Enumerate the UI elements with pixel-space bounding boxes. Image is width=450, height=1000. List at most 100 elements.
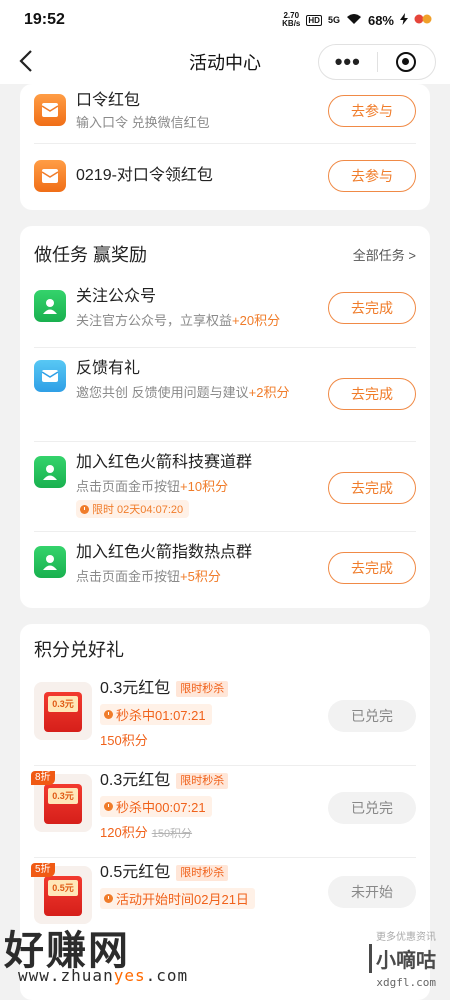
watermark-url: www.zhuanyes.com — [18, 966, 188, 985]
section-title: 积分兑好礼 — [34, 640, 124, 660]
timer-text: 限时 02天04:07:20 — [92, 504, 184, 516]
reward-title: 0.5元红包 — [100, 864, 171, 881]
task-item: 反馈有礼 邀您共创 反馈使用问题与建议+2积分 去完成 — [34, 348, 416, 442]
reward-item: 0.3元 8折 0.3元红包 限时秒杀 秒杀中00:07:21 120积分 150积… — [31, 766, 416, 858]
wechat-official-account-icon — [34, 456, 66, 488]
clock-icon — [104, 894, 113, 903]
clock-icon — [104, 802, 113, 811]
discount-badge: 5折 — [31, 863, 55, 877]
original-cost: 150积分 — [151, 828, 193, 840]
charging-icon — [400, 12, 408, 28]
item-title: 口令红包 — [76, 92, 141, 109]
mini-program-capsule: ••• — [318, 44, 436, 80]
task-desc: 点击页面金币按钮+5积分 — [76, 567, 310, 587]
task-points: +5积分 — [180, 569, 221, 584]
sold-out-button[interactable]: 已兑完 — [328, 700, 416, 732]
back-arrow-icon[interactable] — [16, 48, 40, 76]
redpacket-thumbnail: 0.5元 5折 — [31, 863, 92, 924]
clock-icon — [104, 710, 113, 719]
redpacket-icon: 0.5元 — [44, 876, 82, 916]
redpacket-thumbnail: 0.3元 — [34, 682, 92, 740]
page-title: 活动中心 — [189, 53, 261, 73]
task-desc: 关注官方公众号，立享权益+20积分 — [76, 311, 310, 331]
watermark-url-highlight: yes — [113, 966, 146, 985]
flash-sale-tag: 限时秒杀 — [176, 865, 229, 881]
watermark-right-url: xdgfl.com — [376, 976, 436, 989]
limited-timer: 限时 02天04:07:20 — [76, 500, 190, 518]
sold-out-button[interactable]: 已兑完 — [328, 792, 416, 824]
flash-sale-tag: 限时秒杀 — [176, 681, 229, 697]
net-speed: 2.70 KB/s — [282, 12, 300, 28]
task-title: 反馈有礼 — [76, 360, 141, 377]
task-title: 加入红色火箭科技赛道群 — [76, 454, 253, 471]
list-item: 口令红包 输入口令 兑换微信红包 去参与 — [34, 84, 416, 144]
more-menu-button[interactable]: ••• — [319, 51, 377, 73]
watermark-url-prefix: www.zhuan — [18, 966, 114, 985]
sale-timer: 活动开始时间02月21日 — [100, 888, 255, 909]
reward-cost-line: 120积分 150积分 — [100, 822, 316, 841]
thumb-label: 0.3元 — [48, 788, 78, 804]
task-desc: 邀您共创 反馈使用问题与建议+2积分 — [76, 383, 310, 403]
signal-5g-icon: 5G — [327, 15, 340, 25]
task-points: +20积分 — [232, 313, 281, 328]
sale-timer: 秒杀中00:07:21 — [100, 796, 212, 817]
app-indicator-icon — [414, 13, 432, 27]
task-title: 加入红色火箭指数热点群 — [76, 544, 253, 561]
flash-sale-tag: 限时秒杀 — [176, 773, 229, 789]
task-points: +10积分 — [180, 479, 229, 494]
battery-level: 68% — [367, 12, 394, 28]
close-mini-program-button[interactable] — [377, 52, 435, 72]
watermark-right-brand: 小嘀咕 — [369, 944, 436, 973]
reward-cost: 120积分 — [100, 825, 148, 840]
status-icons: 2.70 KB/s HD 5G 68% — [282, 12, 432, 28]
complete-button[interactable]: 去完成 — [328, 292, 416, 324]
code-redpacket-card: 口令红包 输入口令 兑换微信红包 去参与 0219-对口令领红包 去参与 — [20, 84, 430, 210]
task-title: 关注公众号 — [76, 288, 157, 305]
target-icon — [396, 52, 417, 72]
complete-button[interactable]: 去完成 — [328, 552, 416, 584]
timer-text: 秒杀中00:07:21 — [116, 800, 206, 815]
redpacket-thumbnail: 0.3元 8折 — [31, 771, 92, 832]
reward-title: 0.3元红包 — [100, 680, 171, 697]
clock-icon — [80, 504, 89, 514]
envelope-icon — [34, 94, 66, 126]
watermark-right-caption: 更多优惠资讯 — [376, 932, 436, 943]
thumb-label: 0.3元 — [48, 696, 78, 712]
not-started-button[interactable]: 未开始 — [328, 876, 416, 908]
sale-timer: 秒杀中01:07:21 — [100, 704, 212, 725]
wechat-official-account-icon — [34, 546, 66, 578]
task-desc: 点击页面金币按钮+10积分 — [76, 477, 310, 497]
task-item: 加入红色火箭科技赛道群 点击页面金币按钮+10积分 限时 02天04:07:20… — [34, 442, 416, 532]
watermark-url-suffix: .com — [145, 966, 189, 985]
redpacket-icon: 0.3元 — [44, 692, 82, 732]
list-item: 0219-对口令领红包 去参与 — [34, 144, 416, 208]
tasks-header: 做任务 赢奖励 全部任务 > — [20, 226, 430, 282]
wechat-official-account-icon — [34, 290, 66, 322]
reward-title: 0.3元红包 — [100, 772, 171, 789]
item-desc: 输入口令 兑换微信红包 — [76, 115, 210, 130]
status-time: 19:52 — [24, 11, 65, 28]
complete-button[interactable]: 去完成 — [328, 472, 416, 504]
net-speed-unit: KB/s — [282, 19, 301, 28]
tasks-card: 做任务 赢奖励 全部任务 > 关注公众号 关注官方公众号，立享权益+20积分 去… — [20, 226, 430, 608]
all-tasks-link[interactable]: 全部任务 > — [353, 245, 416, 264]
join-button[interactable]: 去参与 — [328, 95, 416, 127]
envelope-icon — [34, 160, 66, 192]
timer-text: 活动开始时间02月21日 — [116, 892, 249, 907]
task-desc-text: 关注官方公众号，立享权益 — [76, 313, 233, 328]
task-item: 加入红色火箭指数热点群 点击页面金币按钮+5积分 去完成 — [34, 532, 416, 608]
redeem-header: 积分兑好礼 — [20, 624, 430, 674]
nav-bar: 活动中心 ••• — [0, 40, 450, 84]
wifi-icon — [346, 13, 362, 28]
join-button[interactable]: 去参与 — [328, 160, 416, 192]
reward-item: 0.3元 0.3元红包 限时秒杀 秒杀中01:07:21 150积分 已兑完 — [34, 674, 416, 766]
task-item: 关注公众号 关注官方公众号，立享权益+20积分 去完成 — [34, 282, 416, 348]
status-bar: 19:52 2.70 KB/s HD 5G 68% — [0, 0, 450, 40]
complete-button[interactable]: 去完成 — [328, 378, 416, 410]
task-desc-text: 点击页面金币按钮 — [76, 569, 181, 584]
hd-icon: HD — [306, 14, 322, 26]
discount-badge: 8折 — [31, 771, 55, 785]
redpacket-icon: 0.3元 — [44, 784, 82, 824]
mail-icon — [34, 360, 66, 392]
section-title: 做任务 赢奖励 — [34, 245, 148, 265]
